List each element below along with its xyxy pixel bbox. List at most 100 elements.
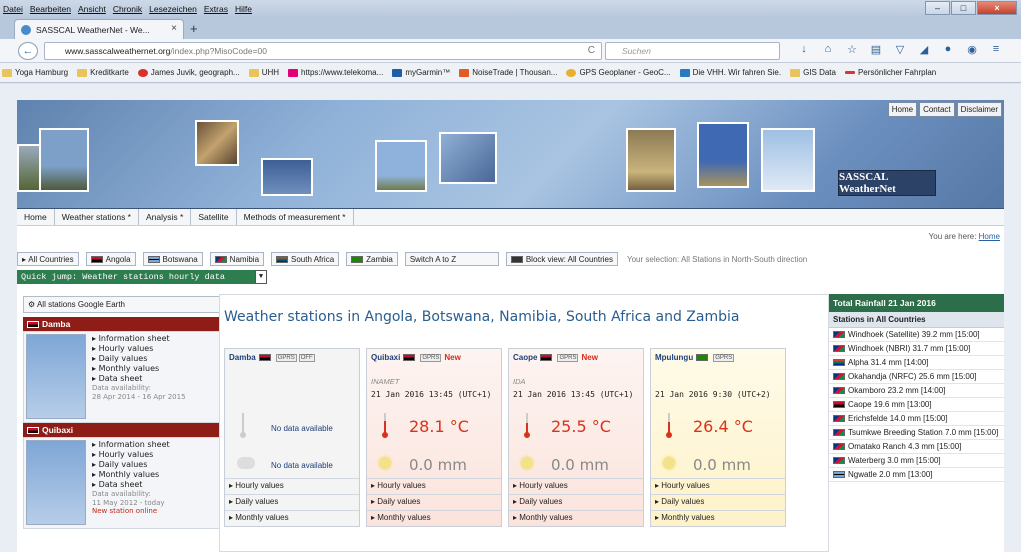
bookmark-item[interactable]: https://www.telekoma...: [288, 68, 383, 77]
dropdown-arrow-icon[interactable]: ▼: [255, 270, 267, 284]
station-header-damba[interactable]: Damba: [23, 317, 221, 331]
filter-zambia[interactable]: Zambia: [346, 252, 398, 266]
card-title[interactable]: Quibaxi GPRS New: [371, 353, 461, 362]
rainfall-row[interactable]: Okamboro 23.2 mm [14:00]: [829, 384, 1004, 398]
menu-help[interactable]: Hilfe: [235, 4, 252, 14]
rainfall-row[interactable]: Windhoek (NBRI) 31.7 mm [15:00]: [829, 342, 1004, 356]
nav-weather-stations[interactable]: Weather stations *: [55, 209, 139, 225]
nav-methods[interactable]: Methods of measurement *: [237, 209, 354, 225]
google-earth-link[interactable]: ⚙ All stations Google Earth: [23, 296, 221, 313]
link-monthly-values[interactable]: ▸ Monthly values: [92, 364, 186, 374]
chat-icon[interactable]: ◉: [960, 43, 984, 56]
bookmark-item[interactable]: UHH: [248, 68, 279, 77]
link-daily-values[interactable]: ▸ Daily values: [92, 354, 186, 364]
block-view-button[interactable]: Block view: All Countries: [505, 252, 618, 266]
nav-analysis[interactable]: Analysis *: [139, 209, 192, 225]
filter-botswana[interactable]: Botswana: [142, 252, 203, 266]
bookmark-item[interactable]: Die VHH. Wir fahren Sie.: [679, 68, 781, 77]
switch-order-button[interactable]: Switch A to Z: [404, 252, 499, 266]
card-link-monthly[interactable]: ▸ Monthly values: [651, 510, 785, 526]
browser-tab[interactable]: SASSCAL WeatherNet - We... ×: [14, 19, 184, 39]
nav-home[interactable]: Home: [17, 209, 55, 225]
bookmark-item[interactable]: GPS Geoplaner - GeoC...: [566, 68, 671, 77]
rainfall-row[interactable]: Okahandja (NRFC) 25.6 mm [15:00]: [829, 370, 1004, 384]
namibia-flag-icon: [833, 443, 845, 450]
new-tab-icon[interactable]: +: [190, 21, 198, 36]
card-link-daily[interactable]: ▸ Daily values: [509, 494, 643, 510]
top-link-contact[interactable]: Contact: [919, 102, 955, 117]
minimize-button[interactable]: –: [925, 1, 950, 15]
search-input[interactable]: Suchen: [605, 42, 780, 60]
menu-file[interactable]: Datei: [3, 4, 23, 14]
card-link-daily[interactable]: ▸ Daily values: [367, 494, 501, 510]
bookmark-item[interactable]: NoiseTrade | Thousan...: [459, 68, 557, 77]
nav-satellite[interactable]: Satellite: [191, 209, 237, 225]
bookmark-item[interactable]: James Juvik, geograph...: [137, 68, 240, 77]
rainfall-row[interactable]: Caope 19.6 mm [13:00]: [829, 398, 1004, 412]
rainfall-row[interactable]: Alpha 31.4 mm [14:00]: [829, 356, 1004, 370]
top-link-home[interactable]: Home: [887, 102, 918, 117]
bookmark-item[interactable]: myGarmin™: [392, 68, 450, 77]
rainfall-row[interactable]: Waterberg 3.0 mm [15:00]: [829, 454, 1004, 468]
back-button[interactable]: ←: [18, 42, 38, 60]
card-link-hourly[interactable]: ▸ Hourly values: [225, 478, 359, 494]
link-information-sheet[interactable]: ▸ Information sheet: [92, 440, 170, 450]
link-data-sheet[interactable]: ▸ Data sheet: [92, 480, 170, 490]
card-title[interactable]: Damba GPRS OFF: [229, 353, 315, 362]
close-window-button[interactable]: ×: [977, 1, 1017, 15]
rainfall-row[interactable]: Omatako Ranch 4.3 mm [15:00]: [829, 440, 1004, 454]
link-hourly-values[interactable]: ▸ Hourly values: [92, 450, 170, 460]
card-link-hourly[interactable]: ▸ Hourly values: [509, 478, 643, 494]
filter-south-africa[interactable]: South Africa: [271, 252, 340, 266]
bookmark-item[interactable]: Persönlicher Fahrplan: [844, 68, 936, 77]
url-bar[interactable]: www.sasscalweathernet.org /index.php?Mis…: [44, 42, 602, 60]
rainfall-row[interactable]: Windhoek (Satellite) 39.2 mm [15:00]: [829, 328, 1004, 342]
filter-namibia[interactable]: Namibia: [209, 252, 265, 266]
addon-icon[interactable]: ●: [936, 43, 960, 56]
menu-tools[interactable]: Extras: [204, 4, 228, 14]
link-data-sheet[interactable]: ▸ Data sheet: [92, 374, 186, 384]
card-link-monthly[interactable]: ▸ Monthly values: [367, 510, 501, 526]
library-icon[interactable]: ▤: [864, 43, 888, 56]
station-thumbnail[interactable]: [26, 440, 86, 525]
rainfall-row[interactable]: Tsumkwe Breeding Station 7.0 mm [15:00]: [829, 426, 1004, 440]
link-daily-values[interactable]: ▸ Daily values: [92, 460, 170, 470]
site-brand-logo[interactable]: SASSCAL WeatherNet: [838, 170, 936, 196]
breadcrumb-home-link[interactable]: Home: [979, 232, 1000, 241]
star-icon[interactable]: ☆: [840, 43, 864, 56]
menu-bookmarks[interactable]: Lesezeichen: [149, 4, 197, 14]
quick-jump-select[interactable]: Quick jump: Weather stations hourly data…: [17, 270, 267, 284]
bookmark-item[interactable]: GIS Data: [790, 68, 836, 77]
card-link-daily[interactable]: ▸ Daily values: [225, 494, 359, 510]
card-link-hourly[interactable]: ▸ Hourly values: [367, 478, 501, 494]
card-link-monthly[interactable]: ▸ Monthly values: [225, 510, 359, 526]
bookmark-item[interactable]: Yoga Hamburg: [2, 68, 68, 77]
menu-view[interactable]: Ansicht: [78, 4, 106, 14]
pocket-icon[interactable]: ▽: [888, 43, 912, 56]
menu-icon[interactable]: ≡: [984, 43, 1008, 56]
send-icon[interactable]: ◢: [912, 43, 936, 56]
reload-icon[interactable]: C: [588, 45, 595, 56]
home-icon[interactable]: ⌂: [816, 43, 840, 56]
station-header-quibaxi[interactable]: Quibaxi: [23, 423, 221, 437]
card-link-daily[interactable]: ▸ Daily values: [651, 494, 785, 510]
rainfall-row[interactable]: Erichsfelde 14.0 mm [15:00]: [829, 412, 1004, 426]
menu-edit[interactable]: Bearbeiten: [30, 4, 71, 14]
station-thumbnail[interactable]: [26, 334, 86, 419]
maximize-button[interactable]: □: [951, 1, 976, 15]
download-icon[interactable]: ↓: [792, 43, 816, 56]
link-monthly-values[interactable]: ▸ Monthly values: [92, 470, 170, 480]
link-hourly-values[interactable]: ▸ Hourly values: [92, 344, 186, 354]
card-title[interactable]: Caope GPRS New: [513, 353, 598, 362]
card-link-hourly[interactable]: ▸ Hourly values: [651, 478, 785, 494]
tab-close-icon[interactable]: ×: [171, 23, 177, 34]
filter-all-countries[interactable]: ▸ All Countries: [17, 252, 79, 266]
bookmark-item[interactable]: Kreditkarte: [77, 68, 129, 77]
top-link-disclaimer[interactable]: Disclaimer: [956, 102, 1002, 117]
link-information-sheet[interactable]: ▸ Information sheet: [92, 334, 186, 344]
card-link-monthly[interactable]: ▸ Monthly values: [509, 510, 643, 526]
filter-angola[interactable]: Angola: [85, 252, 136, 266]
rainfall-row[interactable]: Ngwatle 2.0 mm [13:00]: [829, 468, 1004, 482]
menu-history[interactable]: Chronik: [113, 4, 142, 14]
card-title[interactable]: Mpulungu GPRS: [655, 353, 735, 362]
